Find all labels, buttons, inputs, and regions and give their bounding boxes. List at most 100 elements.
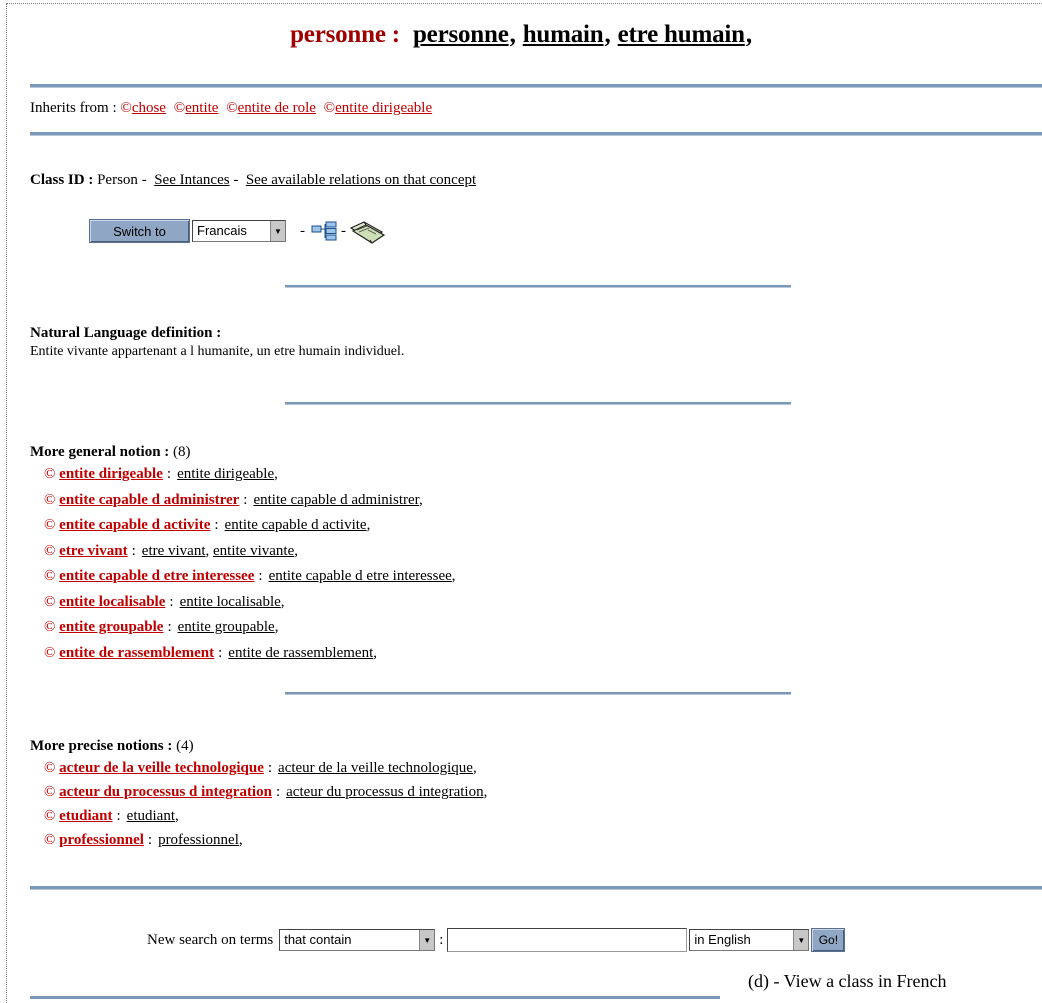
class-icon: © <box>44 568 60 584</box>
notion-term-link[interactable]: entite localisable <box>180 594 281 610</box>
notion-item: © entite groupable: entite groupable, <box>44 619 278 636</box>
notion-term-link[interactable]: entite vivante <box>213 543 294 559</box>
title-term-link[interactable]: etre humain <box>618 21 745 48</box>
class-icon: © <box>44 517 60 533</box>
separator <box>30 886 1042 890</box>
class-icon: © <box>44 760 60 776</box>
notion-term-link[interactable]: etre vivant <box>142 543 206 559</box>
notion-item: © etre vivant: etre vivant, entite vivant… <box>44 543 298 560</box>
class-id-label: Class ID : <box>30 172 94 188</box>
open-book-icon[interactable] <box>348 218 388 244</box>
colon-separator: : <box>439 931 444 948</box>
inherits-link[interactable]: entite de role <box>238 100 320 116</box>
dash-separator: - <box>341 222 346 239</box>
see-relations-link[interactable]: See available relations on that concept <box>246 172 476 188</box>
notion-item: © professionnel: professionnel, <box>44 832 243 849</box>
class-icon: © <box>44 832 60 848</box>
definition-text: Entite vivante appartenant a l humanite,… <box>30 344 405 359</box>
class-icon: © <box>226 100 238 116</box>
comma-separator: , <box>274 619 279 635</box>
separator <box>30 996 720 999</box>
colon-separator: : <box>147 832 153 848</box>
notion-item: © entite capable d activite: entite capab… <box>44 517 370 534</box>
general-notions-title: More general notion : <box>30 444 170 460</box>
inherits-link[interactable]: chose <box>132 100 170 116</box>
separator <box>285 402 791 405</box>
comma-separator: , <box>472 760 477 776</box>
notion-item: © entite capable d administrer: entite ca… <box>44 492 423 509</box>
notion-term-link[interactable]: acteur du processus d integration <box>286 784 483 800</box>
colon-separator: : <box>214 517 219 533</box>
class-icon: © <box>44 593 60 610</box>
frame-border-top <box>6 3 1042 4</box>
search-input[interactable] <box>447 928 688 952</box>
notion-class-link[interactable]: entite capable d activite <box>59 517 210 533</box>
language-select[interactable]: Francais ▼ <box>192 220 286 242</box>
comma-separator: , <box>451 568 456 584</box>
dropdown-arrow-icon: ▼ <box>270 221 285 241</box>
comma-separator: , <box>175 808 179 824</box>
notion-item: © etudiant: etudiant, <box>44 808 179 825</box>
notion-term-link[interactable]: entite de rassemblement <box>228 645 373 661</box>
colon-separator: : <box>243 491 248 508</box>
notion-term-link[interactable]: entite capable d administrer <box>253 492 419 508</box>
inherits-label: Inherits from : <box>30 100 117 116</box>
hierarchy-tree-icon[interactable] <box>311 221 339 241</box>
notion-term-link[interactable]: entite groupable <box>178 619 275 635</box>
notion-term-link[interactable]: etudiant <box>127 808 175 824</box>
match-mode-value: that contain <box>284 932 352 947</box>
colon-separator: : <box>131 542 136 559</box>
notion-class-link[interactable]: entite dirigeable <box>59 466 163 482</box>
notion-class-link[interactable]: entite capable d administrer <box>59 492 239 508</box>
switch-to-button[interactable]: Switch to <box>89 219 190 243</box>
title-term-link[interactable]: personne <box>413 21 509 48</box>
search-language-select[interactable]: in English ▼ <box>689 929 810 951</box>
dropdown-arrow-icon: ▼ <box>793 930 809 950</box>
comma-separator: , <box>280 593 285 610</box>
colon-separator: : <box>116 808 121 824</box>
see-instances-link[interactable]: See Intances <box>154 172 229 188</box>
go-button[interactable]: Go! <box>811 928 846 952</box>
class-icon: © <box>44 466 60 482</box>
separator <box>285 692 791 695</box>
match-mode-select[interactable]: that contain ▼ <box>279 929 436 951</box>
comma-separator: , <box>373 644 377 661</box>
notion-item: © entite localisable: entite localisable, <box>44 594 285 611</box>
title-term-link[interactable]: humain <box>523 21 604 48</box>
separator <box>30 84 1042 88</box>
comma-separator: , <box>205 542 214 559</box>
class-icon: © <box>120 100 132 116</box>
notion-class-link[interactable]: acteur du processus d integration <box>59 784 272 800</box>
class-icon: © <box>44 491 60 508</box>
inherits-link[interactable]: entite <box>185 100 222 116</box>
colon-separator: : <box>267 760 273 776</box>
notion-class-link[interactable]: entite localisable <box>59 594 165 610</box>
notion-term-link[interactable]: entite capable d etre interessee <box>269 568 452 584</box>
search-label: New search on terms <box>147 931 274 948</box>
notion-term-link[interactable]: acteur de la veille technologique <box>278 760 473 776</box>
notion-class-link[interactable]: acteur de la veille technologique <box>59 760 264 776</box>
notion-class-link[interactable]: etre vivant <box>59 543 127 559</box>
notion-term-link[interactable]: professionnel <box>158 832 239 848</box>
inherits-row: Inherits from : ©chose ©entite ©entite d… <box>30 100 436 117</box>
notion-class-link[interactable]: entite capable d etre interessee <box>59 568 254 584</box>
class-icon: © <box>44 619 60 635</box>
definition-title: Natural Language definition : <box>30 325 222 341</box>
colon-separator: : <box>218 644 223 661</box>
figure-caption: (d) - View a class in French <box>748 971 947 991</box>
class-icon: © <box>44 784 60 800</box>
comma-separator: , <box>274 466 278 482</box>
notion-class-link[interactable]: professionnel <box>59 832 144 848</box>
class-icon: © <box>44 644 60 661</box>
class-icon: © <box>173 100 186 116</box>
notion-class-link[interactable]: entite de rassemblement <box>59 645 214 661</box>
notion-term-link[interactable]: entite capable d activite <box>225 517 367 533</box>
notion-class-link[interactable]: etudiant <box>59 808 112 824</box>
language-select-value: Francais <box>197 223 247 238</box>
search-language-value: in English <box>694 932 751 947</box>
notion-term-link[interactable]: entite dirigeable <box>177 466 274 482</box>
inherits-link[interactable]: entite dirigeable <box>335 100 436 116</box>
notion-class-link[interactable]: entite groupable <box>59 619 163 635</box>
concept-name: personne : <box>290 21 400 48</box>
precise-notions-title: More precise notions : <box>30 738 173 754</box>
